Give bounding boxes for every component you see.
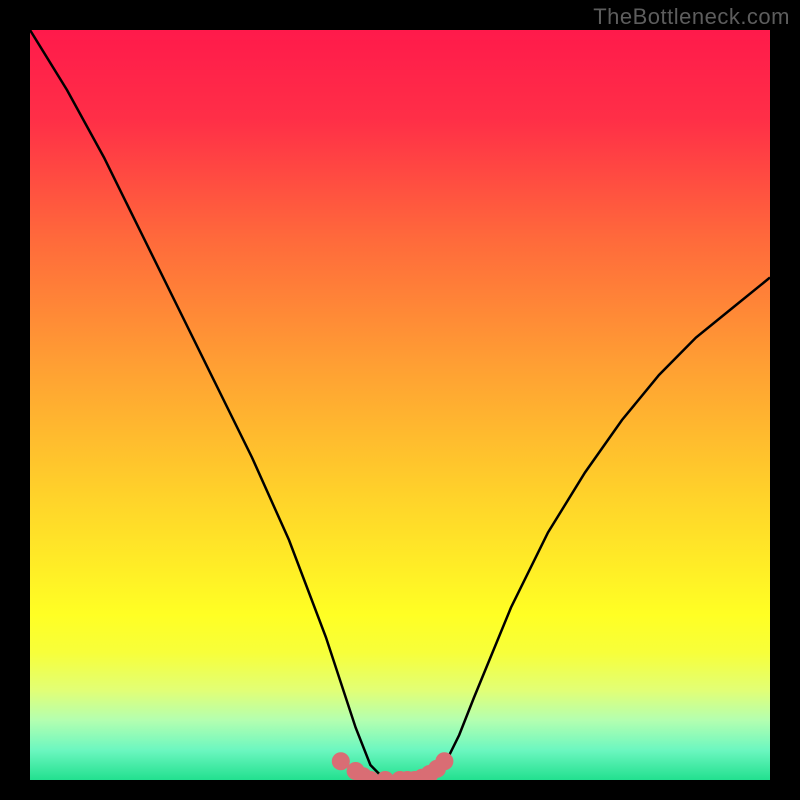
plot-area	[30, 30, 770, 780]
gradient-background	[30, 30, 770, 780]
marker-dot	[435, 752, 453, 770]
chart-frame: TheBottleneck.com	[0, 0, 800, 800]
bottleneck-chart-svg	[30, 30, 770, 780]
watermark-text: TheBottleneck.com	[593, 4, 790, 30]
marker-dot	[332, 752, 350, 770]
